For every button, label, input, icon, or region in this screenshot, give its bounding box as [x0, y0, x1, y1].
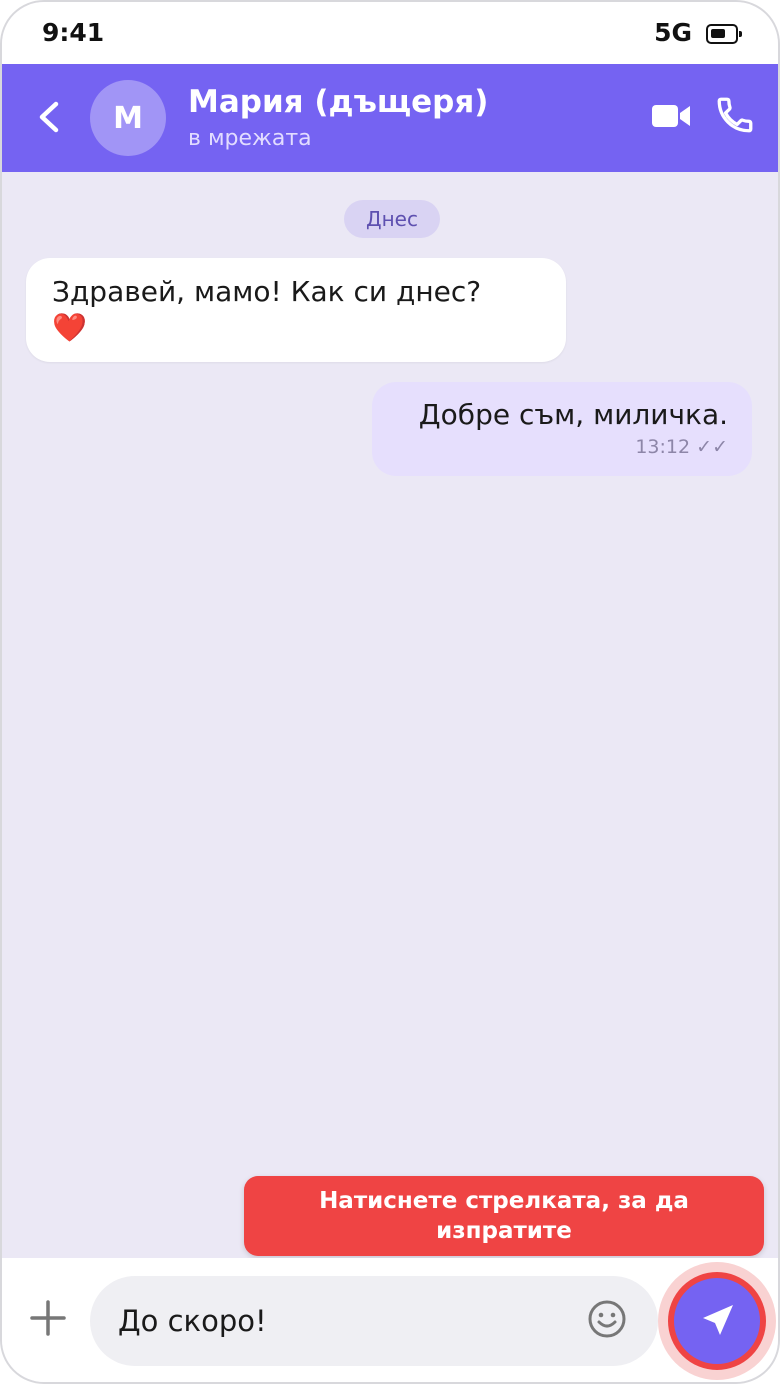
chat-header: М Мария (дъщеря) в мрежата — [2, 64, 778, 172]
message-composer — [2, 1258, 778, 1382]
read-receipt-icon: ✓✓ — [696, 436, 728, 458]
message-meta: 13:12 ✓✓ — [635, 436, 728, 458]
outgoing-message-bubble[interactable]: Добре съм, миличка. 13:12 ✓✓ — [372, 382, 752, 476]
back-button[interactable] — [30, 92, 70, 142]
voice-call-button[interactable] — [714, 94, 756, 136]
contact-status: в мрежата — [188, 126, 312, 151]
emoji-button[interactable] — [586, 1298, 628, 1340]
send-hint-banner: Натиснете стрелката, за да изпратите — [244, 1176, 764, 1256]
message-time: 13:12 — [635, 436, 691, 458]
plus-icon — [30, 1300, 66, 1336]
send-button[interactable] — [668, 1272, 766, 1370]
network-indicator: 5G — [654, 18, 692, 47]
status-bar: 9:41 5G — [2, 2, 778, 64]
chevron-left-icon — [39, 101, 59, 133]
contact-avatar[interactable]: М — [90, 80, 166, 156]
attach-button[interactable] — [28, 1298, 68, 1338]
smiley-icon — [588, 1300, 626, 1338]
message-text: Здравей, мамо! Как си днес? — [52, 275, 482, 308]
video-camera-icon — [652, 105, 690, 127]
incoming-message-bubble[interactable]: Здравей, мамо! Как си днес? ❤️ — [26, 258, 566, 362]
phone-icon — [717, 97, 753, 133]
message-text: Добре съм, миличка. — [418, 398, 728, 431]
date-separator: Днес — [344, 200, 440, 238]
video-call-button[interactable] — [650, 98, 692, 134]
heart-emoji: ❤️ — [52, 311, 87, 344]
message-input[interactable] — [90, 1276, 658, 1366]
contact-name[interactable]: Мария (дъщеря) — [188, 84, 488, 120]
status-time: 9:41 — [42, 18, 105, 47]
send-arrow-icon — [703, 1305, 733, 1335]
phone-screen: 9:41 5G М Мария (дъщеря) в мрежата Днес … — [0, 0, 780, 1384]
battery-icon — [706, 24, 742, 44]
